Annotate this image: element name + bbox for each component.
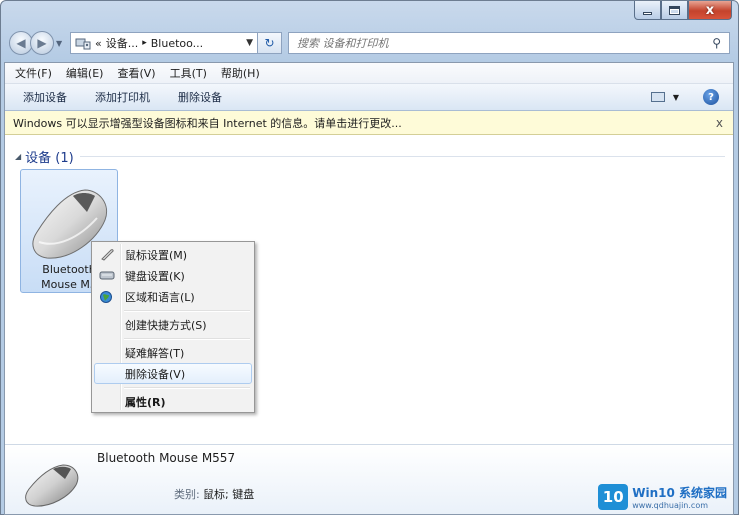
watermark-url: www.qdhuajin.com <box>632 501 708 510</box>
refresh-icon: ↻ <box>264 36 275 50</box>
info-bar[interactable]: Windows 可以显示增强型设备图标和来自 Internet 的信息。请单击进… <box>5 111 733 135</box>
menu-item-remove-device[interactable]: 删除设备(V) <box>94 363 252 384</box>
minimize-button[interactable] <box>634 1 661 20</box>
menu-file[interactable]: 文件(F) <box>15 65 52 81</box>
maximize-button[interactable] <box>661 1 688 20</box>
keyboard-icon <box>99 271 115 280</box>
close-icon: x <box>705 2 715 18</box>
menu-item-create-shortcut[interactable]: 创建快捷方式(S) <box>94 314 252 335</box>
menu-separator <box>94 307 252 314</box>
menu-item-properties[interactable]: 属性(R) <box>94 391 252 412</box>
search-icon[interactable]: ⚲ <box>712 36 721 50</box>
menu-bar: 文件(F) 编辑(E) 查看(V) 工具(T) 帮助(H) <box>5 63 733 84</box>
devices-group-title: 设备 (1) <box>25 151 74 166</box>
menu-edit[interactable]: 编辑(E) <box>66 65 104 81</box>
address-row: ◀ ▶ ▼ « 设备... ▸ Bluetoo... ▼ ↻ ⚲ <box>9 29 730 57</box>
menu-item-label: 鼠标设置(M) <box>125 248 188 262</box>
caption-buttons: x <box>634 1 732 20</box>
menu-view[interactable]: 查看(V) <box>117 65 155 81</box>
menu-help[interactable]: 帮助(H) <box>221 65 260 81</box>
menu-item-troubleshoot[interactable]: 疑难解答(T) <box>94 342 252 363</box>
menu-item-label: 删除设备(V) <box>125 367 186 381</box>
help-icon[interactable]: ? <box>703 89 719 105</box>
address-bar[interactable]: « 设备... ▸ Bluetoo... ▼ <box>70 32 258 54</box>
menu-item-mouse-settings[interactable]: 鼠标设置(M) <box>94 244 252 265</box>
menu-separator <box>94 335 252 342</box>
menu-tools[interactable]: 工具(T) <box>170 65 207 81</box>
recent-pages-dropdown[interactable]: ▼ <box>56 39 66 48</box>
info-bar-text[interactable]: Windows 可以显示增强型设备图标和来自 Internet 的信息。请单击进… <box>13 115 402 131</box>
add-printer-button[interactable]: 添加打印机 <box>95 89 150 105</box>
context-menu: 鼠标设置(M) 键盘设置(K) 区域和语言(L) 创建快捷方式(S) 疑难解答(… <box>91 241 255 413</box>
command-bar: 添加设备 添加打印机 删除设备 ▼ ? <box>5 84 733 111</box>
client-area: 文件(F) 编辑(E) 查看(V) 工具(T) 帮助(H) 添加设备 添加打印机… <box>4 62 734 515</box>
view-options-icon[interactable] <box>650 92 665 102</box>
collapse-triangle-icon[interactable]: ◢ <box>15 152 21 161</box>
devices-folder-icon <box>75 38 91 50</box>
group-divider <box>79 156 725 157</box>
category-label: 类别: <box>174 488 200 501</box>
mouse-settings-icon <box>101 249 114 261</box>
close-button[interactable]: x <box>688 1 732 20</box>
mouse-icon <box>25 464 79 507</box>
watermark: 10 Win10 系统家园 www.qdhuajin.com <box>598 484 727 510</box>
back-arrow-icon: ◀ <box>16 36 26 50</box>
menu-item-region-language[interactable]: 区域和语言(L) <box>94 286 252 307</box>
view-dropdown-icon[interactable]: ▼ <box>673 93 679 102</box>
forward-button[interactable]: ▶ <box>30 31 54 55</box>
command-bar-right: ▼ ? <box>650 89 719 105</box>
breadcrumb-prefix[interactable]: « <box>95 37 102 50</box>
menu-item-label: 键盘设置(K) <box>125 269 185 283</box>
menu-item-label: 区域和语言(L) <box>125 290 195 304</box>
menu-separator <box>94 384 252 391</box>
search-input[interactable] <box>297 36 713 50</box>
menu-item-label: 创建快捷方式(S) <box>125 318 207 332</box>
refresh-button[interactable]: ↻ <box>258 32 282 54</box>
watermark-logo: 10 <box>598 484 629 510</box>
forward-arrow-icon: ▶ <box>37 36 47 50</box>
breadcrumb-separator-icon[interactable]: ▸ <box>142 38 147 48</box>
breadcrumb-bluetooth[interactable]: Bluetoo... <box>151 37 203 50</box>
details-pane: Bluetooth Mouse M557 类别: 鼠标; 键盘 10 Win10… <box>5 444 733 514</box>
menu-item-keyboard-settings[interactable]: 键盘设置(K) <box>94 265 252 286</box>
maximize-icon <box>669 5 680 15</box>
globe-icon <box>100 291 112 303</box>
category-value: 鼠标; 键盘 <box>203 488 255 501</box>
info-bar-close-icon[interactable]: x <box>716 116 723 130</box>
remove-device-button[interactable]: 删除设备 <box>178 89 222 105</box>
devices-group-header[interactable]: ◢ 设备 (1) <box>15 147 725 166</box>
breadcrumb-devices[interactable]: 设备... <box>106 35 139 51</box>
address-dropdown-icon[interactable]: ▼ <box>246 38 253 48</box>
menu-item-label: 疑难解答(T) <box>125 346 185 360</box>
watermark-title: Win10 系统家园 <box>632 486 727 500</box>
menu-item-label: 属性(R) <box>125 395 166 409</box>
watermark-text: Win10 系统家园 www.qdhuajin.com <box>632 484 727 510</box>
details-device-name: Bluetooth Mouse M557 <box>97 451 236 465</box>
minimize-icon <box>643 11 652 15</box>
add-device-button[interactable]: 添加设备 <box>23 89 67 105</box>
search-box[interactable]: ⚲ <box>288 32 730 54</box>
